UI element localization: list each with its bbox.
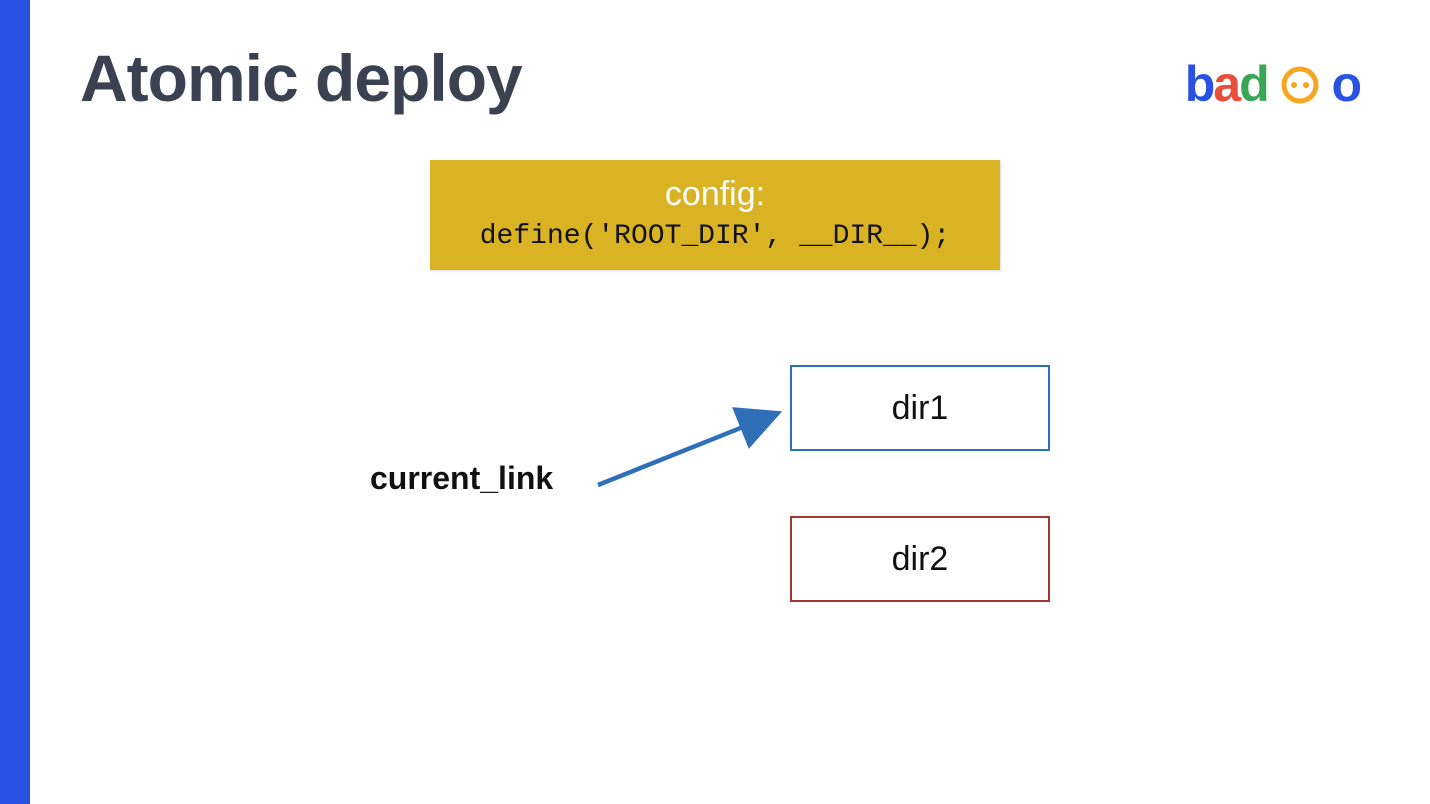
logo-letter-d: d: [1239, 56, 1268, 112]
logo-letter-o1: [1268, 56, 1332, 112]
dir1-box: dir1: [790, 365, 1050, 451]
current-link-label: current_link: [370, 460, 553, 497]
slide-title: Atomic deploy: [80, 40, 522, 116]
badoo-logo: bad o: [1185, 55, 1360, 113]
logo-letter-a: a: [1213, 56, 1239, 112]
dir2-box: dir2: [790, 516, 1050, 602]
slide-accent-bar: [0, 0, 30, 804]
logo-letter-o2: o: [1331, 56, 1360, 112]
config-code-block: config: define('ROOT_DIR', __DIR__);: [430, 160, 1000, 270]
config-label: config:: [440, 174, 990, 215]
dir2-label: dir2: [892, 540, 949, 579]
arrow-icon: [588, 395, 808, 495]
config-code: define('ROOT_DIR', __DIR__);: [440, 221, 990, 252]
dir1-label: dir1: [892, 389, 949, 428]
logo-letter-b: b: [1185, 56, 1214, 112]
